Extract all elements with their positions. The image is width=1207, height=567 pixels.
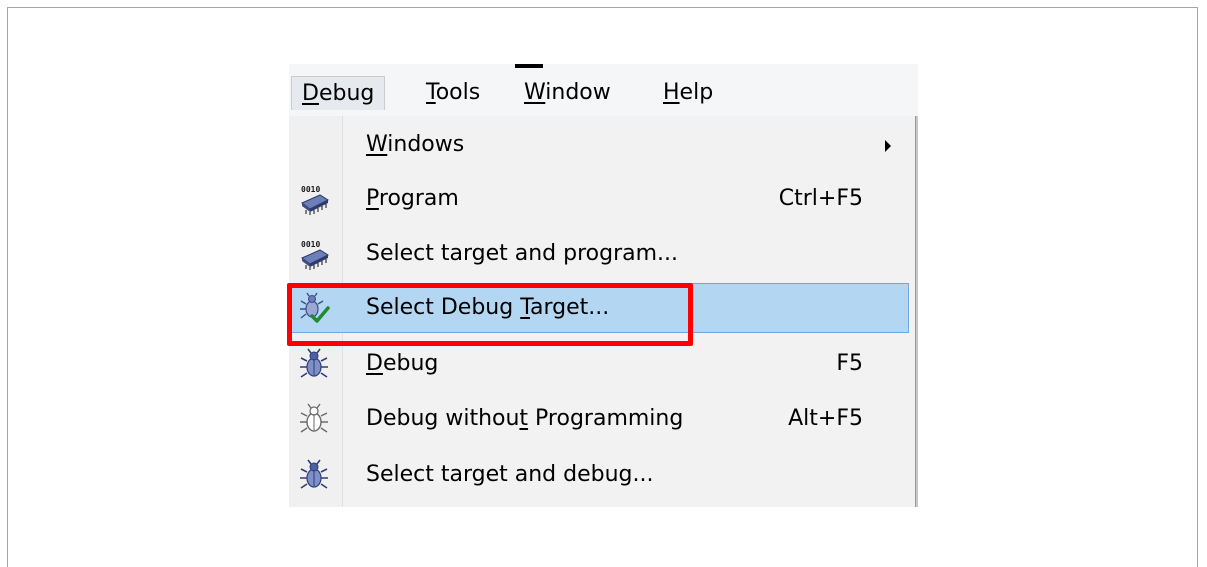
menu-shadow [916, 116, 918, 507]
menu-title-label: Window [524, 80, 611, 105]
accelerator-letter: P [366, 186, 379, 211]
shortcut-label: F5 [836, 351, 863, 376]
shortcut-label: Alt+F5 [788, 406, 863, 431]
svg-text:0010: 0010 [301, 240, 320, 249]
menu-item-windows[interactable]: Windows [289, 118, 915, 172]
bug-icon [298, 459, 330, 491]
submenu-arrow-icon [885, 140, 891, 152]
menu-title-label: Debug [302, 81, 375, 106]
menu-help[interactable]: Help [653, 76, 723, 110]
highlight-annotation-box [287, 283, 693, 346]
menu-item-label: Program [366, 186, 459, 211]
accelerator-letter: D [366, 351, 383, 376]
chip-program-icon: 0010 [298, 238, 330, 270]
menu-item-label: Select target and debug... [366, 462, 654, 487]
menu-item-debug-without-programming[interactable]: Debug without Programming Alt+F5 [289, 392, 915, 446]
menu-item-select-target-and-program[interactable]: 0010 Select target and program... [289, 227, 915, 281]
menu-item-label: Windows [366, 132, 465, 157]
menu-item-label: Debug without Programming [366, 406, 684, 431]
accelerator-letter: t [519, 406, 529, 431]
menu-item-select-target-and-debug[interactable]: Select target and debug... [289, 448, 915, 502]
menu-window[interactable]: Window [514, 76, 621, 110]
menu-bar: Debug Tools Window Help [289, 64, 918, 116]
accelerator-letter: W [366, 132, 388, 157]
menu-item-label: Select target and program... [366, 241, 679, 266]
menu-title-label: Tools [426, 80, 481, 105]
bug-outline-icon [298, 403, 330, 435]
menu-item-program[interactable]: 0010 Program Ctrl+F5 [289, 172, 915, 226]
bug-icon [298, 348, 330, 380]
accelerator-letter: D [302, 81, 319, 106]
accelerator-letter: W [524, 80, 546, 105]
menu-debug[interactable]: Debug [291, 76, 386, 110]
shortcut-label: Ctrl+F5 [778, 186, 863, 211]
accelerator-letter: T [426, 80, 436, 105]
chip-program-icon: 0010 [298, 183, 330, 215]
menubar-mark [515, 64, 543, 68]
menu-title-label: Help [663, 80, 714, 105]
accelerator-letter: H [663, 80, 680, 105]
svg-text:0010: 0010 [301, 185, 320, 194]
menu-tools[interactable]: Tools [416, 76, 490, 110]
